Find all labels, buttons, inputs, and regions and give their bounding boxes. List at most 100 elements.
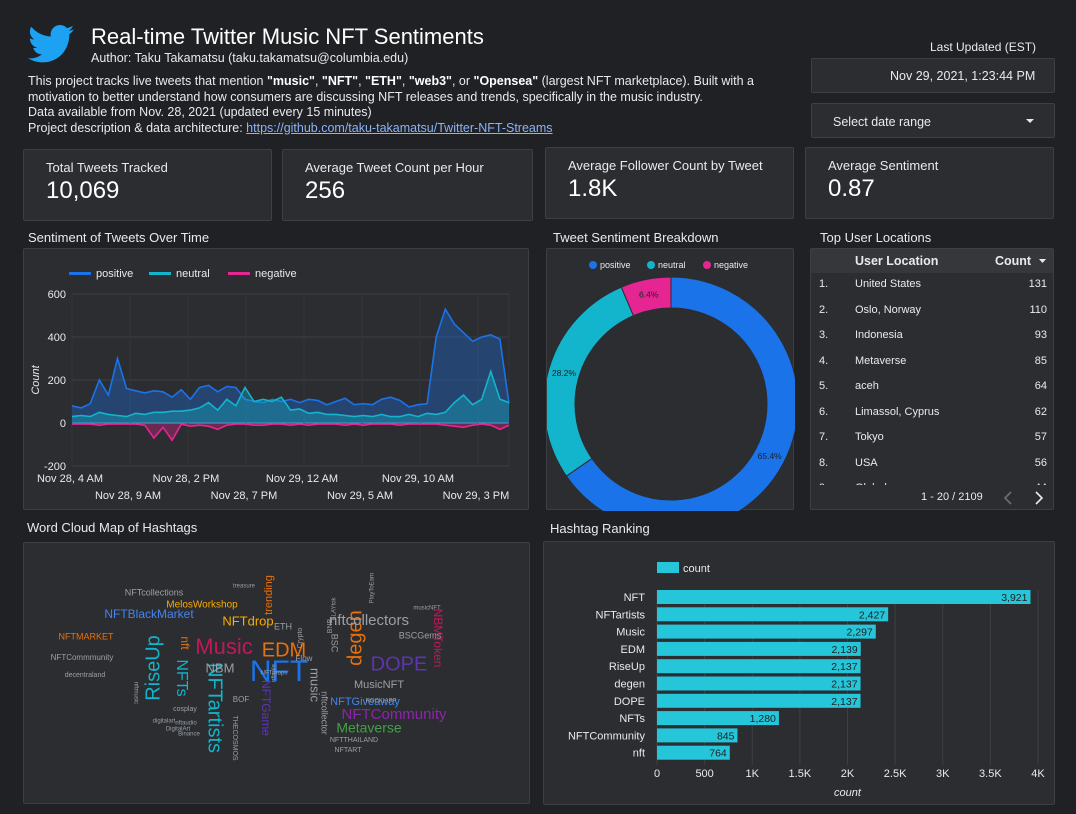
row-rank: 1. <box>819 278 829 290</box>
table-row[interactable]: 7. Tokyo 57 <box>811 425 1053 450</box>
kpi-total-tweets: Total Tweets Tracked 10,069 <box>23 149 272 221</box>
x-tick-label: 3K <box>936 768 950 780</box>
wordcloud-word[interactable]: NFTdrops <box>261 671 288 677</box>
row-rank: 2. <box>819 303 829 316</box>
sentiment-breakdown-chart[interactable]: 65.4% 28.2% 6.4% positive neutral negative <box>547 249 795 511</box>
legend-label[interactable]: positive <box>96 268 133 280</box>
row-location: Oslo, Norway <box>855 303 922 316</box>
wordcloud-word[interactable]: RiseUp <box>142 635 164 701</box>
wordcloud-word[interactable]: nft <box>178 636 192 650</box>
wordcloud-word[interactable]: NFTcollections <box>125 587 184 597</box>
bar[interactable] <box>657 607 889 622</box>
wordcloud-word[interactable]: Music <box>195 634 252 659</box>
date-range-selector[interactable]: Select date range <box>811 103 1055 138</box>
sentiment-time-chart[interactable]: 600 400 200 0 -200 Count Nov 28, 4 AM Nov 28, 2… <box>24 249 530 511</box>
table-row[interactable]: 2. Oslo, Norway 110 <box>811 298 1053 323</box>
y-tick-label: 0 <box>60 418 66 430</box>
project-description: This project tracks live tweets that men… <box>28 74 754 135</box>
row-location: Limassol, Cyprus <box>855 405 940 418</box>
top-locations-table: User Location Count 1. United States 131 2.… <box>810 248 1054 510</box>
row-rank: 6. <box>819 405 829 418</box>
wordcloud-card: NFT Music EDM degen DOPE RiseUp NFTartists NFTC… <box>23 542 530 804</box>
hashtag-ranking-chart[interactable]: 0 500 1K 1.5K 2K 2.5K 3K 3.5K 4K NFT 3,921 NFTartis… <box>544 542 1056 806</box>
legend-label[interactable]: negative <box>255 268 297 280</box>
y-tick-label: degen <box>614 679 645 691</box>
next-page-icon[interactable] <box>1034 491 1044 505</box>
last-updated-value: Nov 29, 2021, 1:23:44 PM <box>890 69 1036 83</box>
legend-label[interactable]: neutral <box>176 268 210 280</box>
bar[interactable] <box>657 659 861 674</box>
hashtag-wordcloud[interactable]: NFTMusic EDM degen DOPERiseUp NFTartists NFTC… <box>24 543 531 805</box>
hashtag-ranking-title: Hashtag Ranking <box>550 521 650 536</box>
table-row[interactable]: 8. USA 56 <box>811 451 1053 476</box>
table-row[interactable]: 1. United States 131 <box>811 272 1053 297</box>
table-row[interactable]: 4. Metaverse 85 <box>811 349 1053 374</box>
wordcloud-word[interactable]: cosplay <box>173 706 197 713</box>
legend-label[interactable]: positive <box>600 260 631 270</box>
wordcloud-word[interactable]: BSCGems <box>399 630 442 640</box>
wordcloud-word[interactable]: digitalart <box>153 719 176 725</box>
wordcloud-word[interactable]: NFTartists <box>204 663 226 753</box>
bar[interactable] <box>657 624 876 639</box>
wordcloud-word[interactable]: Crypto <box>297 628 304 649</box>
wordcloud-word[interactable]: Metaverse <box>336 720 402 736</box>
column-header-count[interactable]: Count <box>995 254 1031 268</box>
bar[interactable] <box>657 693 861 708</box>
sentiment-breakdown-title: Tweet Sentiment Breakdown <box>553 230 719 245</box>
x-tick-label: Nov 29, 12 AM <box>266 473 338 485</box>
wordcloud-word[interactable]: KLAYtok <box>332 597 338 621</box>
row-count: 57 <box>1034 431 1047 443</box>
wordcloud-word[interactable]: ROCKIAPP <box>365 699 396 705</box>
wordcloud-word[interactable]: BOF <box>233 695 250 704</box>
wordcloud-word[interactable]: nftmusic <box>132 682 138 704</box>
kpi-title: Average Tweet Count per Hour <box>305 160 484 175</box>
kpi-title: Total Tweets Tracked <box>46 160 168 175</box>
hashtag-ranking-card: 0 500 1K 1.5K 2K 2.5K 3K 3.5K 4K NFT 3,921 NFTartis… <box>543 541 1055 805</box>
sort-desc-icon[interactable] <box>1039 259 1046 264</box>
table-row[interactable]: 6. Limassol, Cyprus 62 <box>811 400 1053 425</box>
wordcloud-word[interactable]: BSC <box>330 634 340 653</box>
wordcloud-word[interactable]: NFTCommmunity <box>51 653 114 662</box>
wordcloud-word[interactable]: THECOSMOS <box>231 715 238 760</box>
wordcloud-word[interactable]: NFTs <box>173 659 190 696</box>
row-rank: 7. <box>819 431 829 443</box>
legend-label[interactable]: neutral <box>658 260 686 270</box>
series-line-negative[interactable] <box>72 423 510 442</box>
wordcloud-word[interactable]: nftcollector <box>320 691 330 735</box>
column-header-location[interactable]: User Location <box>855 254 938 268</box>
legend-label[interactable]: count <box>683 563 710 575</box>
legend-label[interactable]: negative <box>714 260 748 270</box>
wordcloud-word[interactable]: ETH <box>274 621 292 631</box>
bar[interactable] <box>657 590 1031 604</box>
wordcloud-word[interactable]: Flow <box>296 654 313 663</box>
x-tick-label: 2K <box>841 768 855 780</box>
slice-neutral[interactable] <box>547 286 635 477</box>
prev-page-icon[interactable] <box>1003 491 1013 505</box>
wordcloud-word[interactable]: DOPE <box>371 653 428 675</box>
wordcloud-word[interactable]: NBM <box>206 660 235 675</box>
wordcloud-word[interactable]: DigitalArt <box>166 727 191 733</box>
table-row[interactable]: 3. Indonesia 93 <box>811 323 1053 348</box>
x-tick-label: 3.5K <box>979 768 1002 780</box>
last-updated-label: Last Updated (EST) <box>930 40 1037 54</box>
bar[interactable] <box>657 641 861 656</box>
wordcloud-word[interactable]: MelosWorkshop <box>166 600 238 611</box>
row-location: United States <box>855 278 922 290</box>
wordcloud-word[interactable]: PlayToEarn <box>370 573 376 604</box>
wordcloud-word[interactable]: NFTART <box>335 747 363 754</box>
wordcloud-word[interactable]: NFTMARKET <box>59 631 115 641</box>
wordcloud-word[interactable]: MusicNFT <box>354 679 404 691</box>
wordcloud-word[interactable]: trending <box>263 575 275 615</box>
table-row[interactable]: 5. aceh 64 <box>811 374 1053 399</box>
x-tick-label: Nov 28, 9 AM <box>95 490 161 502</box>
wordcloud-word[interactable]: musicNFT <box>413 606 441 612</box>
wordcloud-word[interactable]: nftcollectors <box>329 612 409 629</box>
wordcloud-word[interactable]: treasure <box>233 584 256 590</box>
project-link[interactable]: https://github.com/taku-takamatsu/Twitte… <box>246 121 552 135</box>
y-tick-label: -200 <box>44 461 66 473</box>
wordcloud-word[interactable]: NFTTHAILAND <box>330 737 378 744</box>
bar[interactable] <box>657 676 861 691</box>
wordcloud-word[interactable]: decentraland <box>65 672 106 679</box>
slice-label: 28.2% <box>552 368 577 378</box>
wordcloud-word[interactable]: NFTGame <box>259 680 273 736</box>
